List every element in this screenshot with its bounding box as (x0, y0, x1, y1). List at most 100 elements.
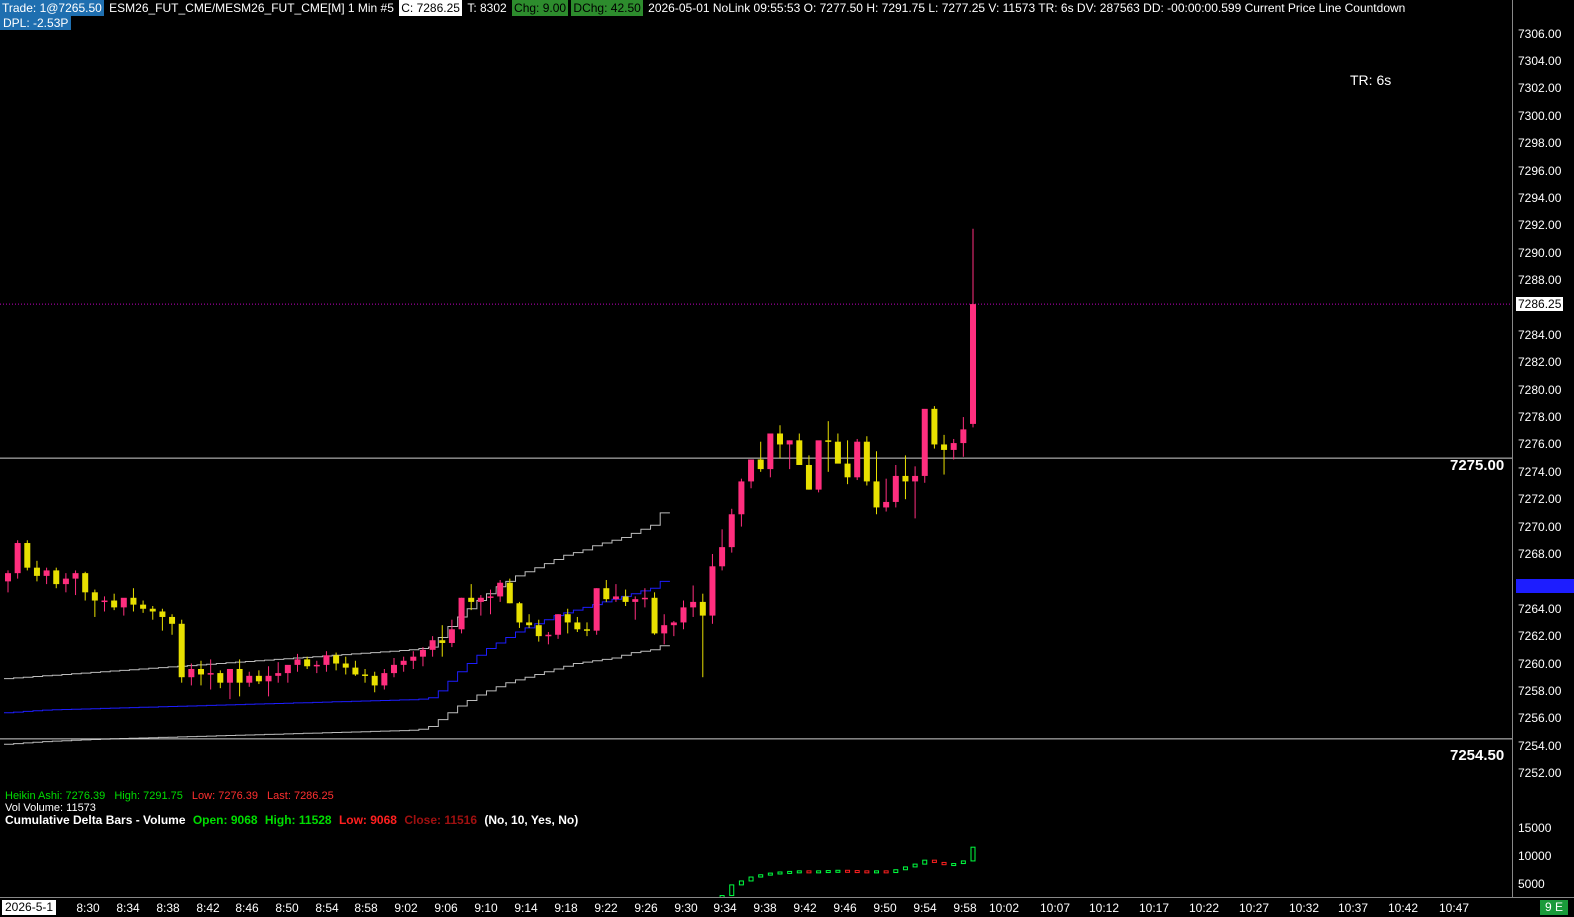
price-tick-label: 7264.00 (1518, 601, 1562, 616)
cd-params: (No, 10, Yes, No) (484, 813, 579, 827)
time-tick-label: 8:42 (196, 901, 220, 915)
candle-body (236, 668, 243, 683)
price-tick-label: 7278.00 (1518, 410, 1562, 425)
candle-body (72, 573, 79, 579)
candle-body (612, 596, 619, 600)
candle-body (680, 607, 687, 623)
candle-body (921, 408, 928, 476)
delta-bar (796, 870, 802, 874)
price-tick-label: 7258.00 (1518, 683, 1562, 698)
candle-body (526, 622, 533, 626)
candle-body (33, 567, 40, 576)
delta-bar (960, 860, 966, 865)
candle-body (410, 656, 417, 661)
time-tick-label: 10:17 (1138, 901, 1170, 915)
time-axis[interactable]: 2026-5-1 9 E 8:30 8:34 8:38 8:42 8:46 8:50 8:5… (0, 897, 1574, 917)
candle-body (516, 603, 523, 623)
delta-bar (951, 863, 957, 867)
study-bands (4, 512, 670, 745)
price-tick-label: 7260.00 (1518, 656, 1562, 671)
delta-bar (941, 861, 947, 866)
delta-bar (777, 871, 783, 875)
cumulative-delta-header: Cumulative Delta Bars - Volume Open: 906… (5, 813, 582, 827)
horizontal-lines[interactable] (0, 303, 1512, 740)
candle-body (767, 433, 774, 470)
candle-body (960, 429, 967, 444)
price-chart[interactable] (0, 0, 1512, 897)
candle-body (834, 441, 841, 464)
candle-body (159, 611, 166, 617)
time-tick-label: 9:58 (953, 901, 977, 915)
candle-body (419, 649, 426, 657)
candle-body (535, 625, 542, 637)
upper-band-line (4, 512, 670, 680)
candle-body (844, 463, 851, 478)
delta-bar (854, 870, 860, 874)
time-tick-label: 9:06 (434, 901, 458, 915)
delta-bar (729, 884, 735, 897)
candle-body (757, 459, 764, 470)
timeframe-badge[interactable]: 9 E (1539, 900, 1568, 915)
candle-body (941, 444, 948, 450)
candle-body (24, 543, 31, 568)
candle-body (62, 578, 69, 585)
cumulative-delta-series (719, 846, 976, 897)
delta-bar (767, 872, 773, 876)
candle-body (950, 443, 957, 450)
candle-body (284, 664, 291, 674)
ha-high: High: 7291.75 (114, 790, 183, 802)
candle-body (53, 570, 60, 585)
candle-body (670, 622, 677, 626)
time-tick-label: 9:26 (634, 901, 658, 915)
time-tick-label: 8:58 (354, 901, 378, 915)
candle-body (439, 640, 446, 643)
vol-value: Vol Volume: 11573 (5, 802, 96, 811)
candle-body (825, 440, 832, 442)
heikin-ashi-status: Heikin Ashi: 7276.39 High: 7291.75 Low: … (5, 790, 340, 802)
candle-body (91, 592, 98, 601)
cd-high: High: 11528 (264, 813, 332, 827)
candle-body (902, 475, 909, 482)
time-tick-label: 10:02 (988, 901, 1020, 915)
ha-last: Last: 7286.25 (267, 790, 334, 802)
candle-body (352, 667, 359, 675)
candle-body (487, 596, 494, 598)
candle-body (719, 547, 726, 567)
candle-body (429, 640, 436, 650)
delta-bar (816, 870, 822, 874)
price-tick-label: 7256.00 (1518, 711, 1562, 726)
price-axis[interactable]: 7306.00 7304.00 7302.00 7300.00 7298.00 7296.… (1512, 0, 1574, 897)
candle-body (226, 668, 233, 683)
candle-body (149, 608, 156, 612)
time-tick-label: 8:50 (275, 901, 299, 915)
candle-body (805, 464, 812, 490)
candle-body (873, 481, 880, 508)
time-tick-label: 8:38 (156, 901, 180, 915)
candle-body (371, 675, 378, 686)
time-tick-label: 9:54 (913, 901, 937, 915)
date-label: 2026-5-1 (2, 900, 57, 915)
volume-status: Vol Volume: 11573 (5, 802, 102, 811)
candle-body (863, 441, 870, 482)
candle-body (748, 459, 755, 482)
price-tick-label: 7276.00 (1518, 437, 1562, 452)
candle-body (265, 675, 272, 682)
delta-bar (845, 869, 851, 873)
time-tick-label: 9:10 (474, 901, 498, 915)
time-tick-label: 10:37 (1337, 901, 1369, 915)
candle-body (661, 625, 668, 634)
time-tick-label: 9:50 (873, 901, 897, 915)
time-tick-label: 9:38 (753, 901, 777, 915)
candle-body (931, 408, 938, 445)
price-tick-label: 7282.00 (1518, 355, 1562, 370)
time-tick-label: 9:22 (594, 901, 618, 915)
candle-body (584, 629, 590, 631)
candle-body (970, 304, 976, 424)
candle-body (506, 582, 513, 604)
time-tick-label: 8:30 (76, 901, 100, 915)
candle-body (140, 604, 147, 609)
delta-bar (883, 870, 889, 874)
time-tick-label: 10:27 (1238, 901, 1270, 915)
candle-body (555, 614, 562, 635)
candle-body (111, 600, 118, 608)
